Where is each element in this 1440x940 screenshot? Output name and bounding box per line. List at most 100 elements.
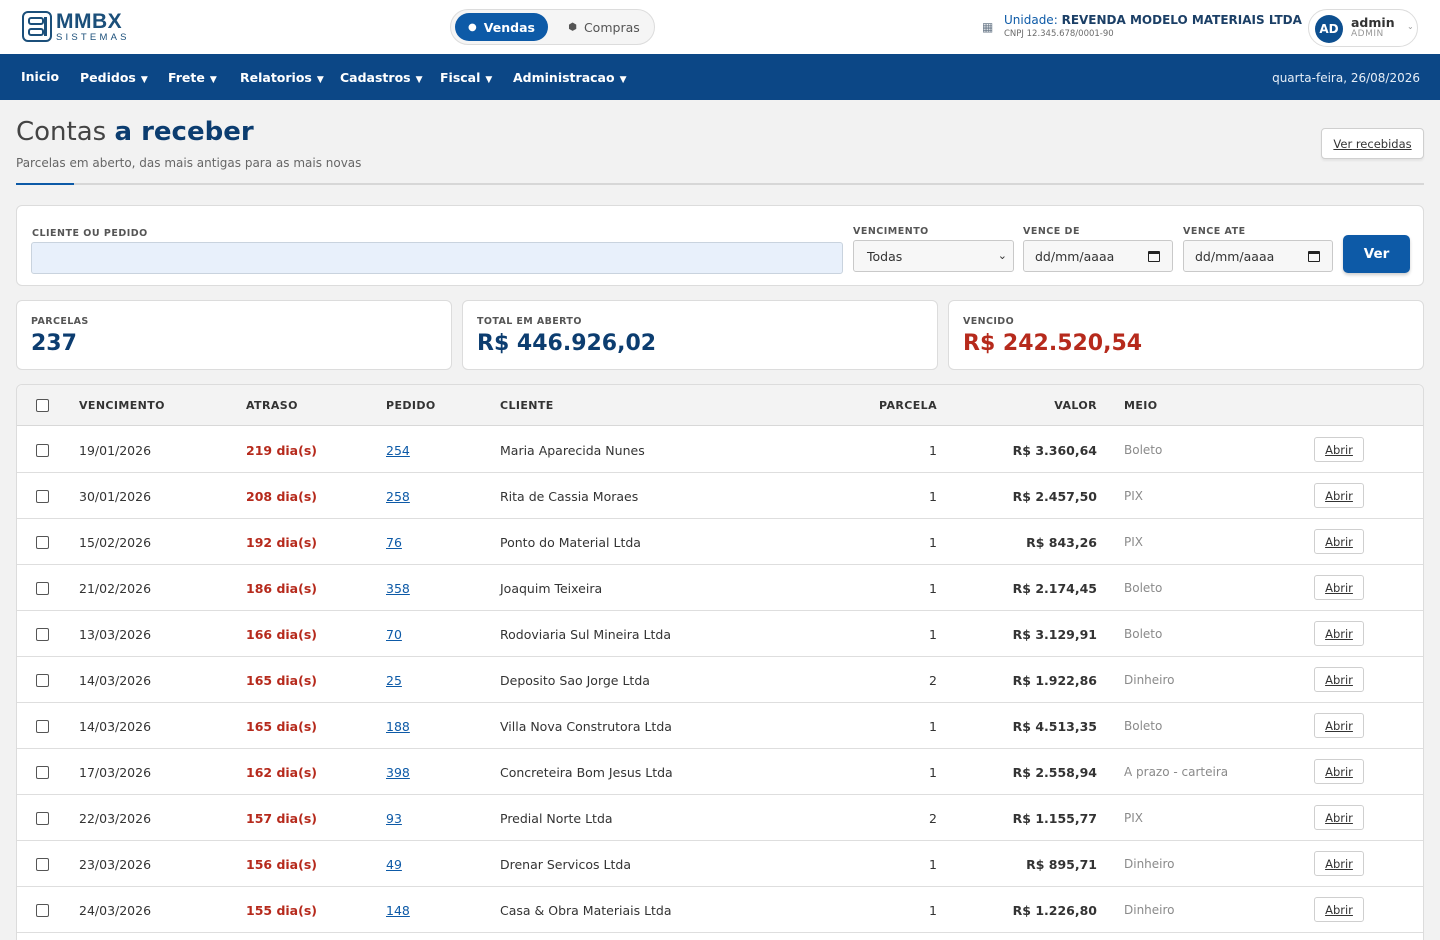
divider-accent	[16, 183, 74, 185]
col-parcela[interactable]: PARCELA	[879, 399, 937, 412]
open-row-button[interactable]: Abrir	[1314, 575, 1364, 600]
client-search-input[interactable]	[31, 242, 843, 274]
cell-pedido-link[interactable]: 358	[386, 581, 410, 596]
table-row[interactable]: 24/03/2026 155 dia(s) 148 Casa & Obra Mater…	[17, 887, 1423, 933]
mode-compras-button[interactable]: ⬢ Compras	[559, 13, 649, 41]
row-checkbox[interactable]	[36, 674, 49, 687]
cell-pedido-link[interactable]: 188	[386, 719, 410, 734]
cell-pedido-link[interactable]: 70	[386, 627, 402, 642]
cell-pedido-link[interactable]: 258	[386, 489, 410, 504]
open-row-button[interactable]: Abrir	[1314, 621, 1364, 646]
row-checkbox[interactable]	[36, 904, 49, 917]
cell-pedido-link[interactable]: 25	[386, 673, 402, 688]
from-date-label: VENCE DE	[1023, 226, 1080, 237]
nav-item-cadastros[interactable]: Cadastros ▼	[340, 70, 423, 85]
stat-card-vencido: VENCIDO R$ 242.520,54	[948, 300, 1424, 370]
cell-pedido-link[interactable]: 148	[386, 903, 410, 918]
cell-parcela: 1	[929, 719, 937, 734]
row-checkbox[interactable]	[36, 812, 49, 825]
row-checkbox[interactable]	[36, 582, 49, 595]
caret-down-icon: ▼	[209, 75, 217, 85]
cell-pedido-link[interactable]: 254	[386, 443, 410, 458]
cell-valor: R$ 1.155,77	[1012, 811, 1097, 826]
open-row-button[interactable]: Abrir	[1314, 667, 1364, 692]
col-atraso[interactable]: ATRASO	[246, 399, 298, 412]
table-row[interactable]: 21/02/2026 186 dia(s) 358 Joaquim Teixeira 1…	[17, 565, 1423, 611]
cell-parcela: 1	[929, 581, 937, 596]
cell-meio: PIX	[1124, 489, 1143, 503]
open-row-button[interactable]: Abrir	[1314, 851, 1364, 876]
mode-vendas-button[interactable]: ● Vendas	[455, 13, 548, 41]
table-row[interactable]: 17/03/2026 162 dia(s) 398 Concreteira Bom J…	[17, 749, 1423, 795]
row-checkbox[interactable]	[36, 490, 49, 503]
nav-item-fiscal[interactable]: Fiscal ▼	[440, 70, 492, 85]
divider	[16, 183, 1424, 185]
select-all-checkbox[interactable]	[36, 399, 49, 412]
table-row[interactable]: 22/03/2026 157 dia(s) 93 Predial Norte Ltda…	[17, 795, 1423, 841]
stat-label: PARCELAS	[31, 316, 89, 327]
col-cliente[interactable]: CLIENTE	[500, 399, 554, 412]
open-row-button[interactable]: Abrir	[1314, 437, 1364, 462]
cell-pedido-link[interactable]: 49	[386, 857, 402, 872]
cell-pedido-link[interactable]: 398	[386, 765, 410, 780]
mode-switch: ● Vendas ⬢ Compras	[450, 9, 655, 45]
cell-vencimento: 14/03/2026	[79, 673, 152, 688]
row-checkbox[interactable]	[36, 858, 49, 871]
cell-atraso: 186 dia(s)	[246, 581, 317, 596]
caret-down-icon: ▼	[316, 75, 324, 85]
table-row[interactable]: 30/01/2026 208 dia(s) 258 Rita de Cassia Mo…	[17, 473, 1423, 519]
nav-item-frete[interactable]: Frete ▼	[168, 70, 217, 85]
row-checkbox[interactable]	[36, 536, 49, 549]
cell-vencimento: 24/03/2026	[79, 903, 152, 918]
view-received-button[interactable]: Ver recebidas	[1321, 128, 1424, 159]
open-row-button[interactable]: Abrir	[1314, 897, 1364, 922]
brand-logo[interactable]: MMBX SISTEMAS	[22, 11, 130, 43]
cell-cliente: Rodoviaria Sul Mineira Ltda	[500, 627, 672, 642]
cell-pedido-link[interactable]: 93	[386, 811, 402, 826]
cell-valor: R$ 1.922,86	[1012, 673, 1097, 688]
cell-valor: R$ 2.558,94	[1012, 765, 1097, 780]
table-row[interactable]: 14/03/2026 165 dia(s) 188 Villa Nova Constr…	[17, 703, 1423, 749]
cell-vencimento: 19/01/2026	[79, 443, 152, 458]
submit-filter-button[interactable]: Ver	[1343, 235, 1410, 273]
nav-label: Relatorios	[240, 70, 312, 85]
nav-item-administracao[interactable]: Administracao ▼	[513, 70, 626, 85]
col-valor[interactable]: VALOR	[1054, 399, 1097, 412]
nav-item-inicio[interactable]: Inicio	[21, 69, 59, 84]
col-vencimento[interactable]: VENCIMENTO	[79, 399, 165, 412]
open-row-button[interactable]: Abrir	[1314, 805, 1364, 830]
filter-panel: CLIENTE OU PEDIDO VENCIMENTO Todas ⌄ VEN…	[16, 205, 1424, 286]
col-pedido[interactable]: PEDIDO	[386, 399, 436, 412]
table-row[interactable]: 14/03/2026 165 dia(s) 25 Deposito Sao Jorge…	[17, 657, 1423, 703]
row-checkbox[interactable]	[36, 628, 49, 641]
row-checkbox[interactable]	[36, 766, 49, 779]
open-row-button[interactable]: Abrir	[1314, 713, 1364, 738]
user-menu[interactable]: AD admin ADMIN ⌄	[1308, 9, 1418, 47]
caret-down-icon: ▼	[140, 75, 148, 85]
cell-pedido-link[interactable]: 76	[386, 535, 402, 550]
nav-item-pedidos[interactable]: Pedidos ▼	[80, 70, 148, 85]
cell-atraso: 155 dia(s)	[246, 903, 317, 918]
open-row-button[interactable]: Abrir	[1314, 483, 1364, 508]
table-row[interactable]: 19/01/2026 219 dia(s) 254 Maria Aparecida N…	[17, 427, 1423, 473]
row-checkbox[interactable]	[36, 444, 49, 457]
table-row[interactable]: 15/02/2026 192 dia(s) 76 Ponto do Material …	[17, 519, 1423, 565]
cell-vencimento: 21/02/2026	[79, 581, 152, 596]
from-date-input[interactable]: dd/mm/aaaa	[1023, 240, 1173, 272]
nav-item-relatorios[interactable]: Relatorios ▼	[240, 70, 324, 85]
row-checkbox[interactable]	[36, 720, 49, 733]
calendar-icon[interactable]	[1148, 251, 1160, 262]
cell-parcela: 1	[929, 765, 937, 780]
due-select[interactable]: Todas ⌄	[853, 240, 1014, 272]
client-filter-label: CLIENTE OU PEDIDO	[32, 228, 148, 239]
table-row[interactable]: 13/03/2026 166 dia(s) 70 Rodoviaria Sul Min…	[17, 611, 1423, 657]
table-row[interactable]: 23/03/2026 156 dia(s) 49 Drenar Servicos Lt…	[17, 841, 1423, 887]
col-meio[interactable]: MEIO	[1124, 399, 1158, 412]
calendar-icon[interactable]	[1308, 251, 1320, 262]
cell-valor: R$ 3.360,64	[1012, 443, 1097, 458]
page-title: Contas a receber	[16, 117, 254, 147]
to-date-input[interactable]: dd/mm/aaaa	[1183, 240, 1333, 272]
page-subtitle: Parcelas em aberto, das mais antigas par…	[16, 156, 362, 170]
open-row-button[interactable]: Abrir	[1314, 759, 1364, 784]
open-row-button[interactable]: Abrir	[1314, 529, 1364, 554]
